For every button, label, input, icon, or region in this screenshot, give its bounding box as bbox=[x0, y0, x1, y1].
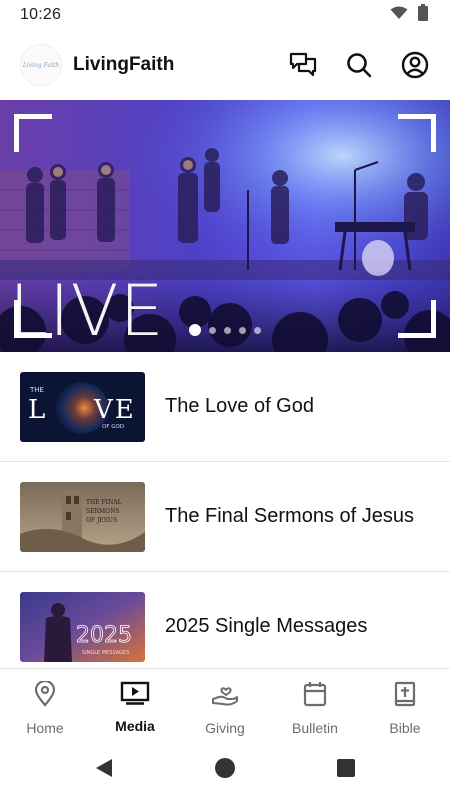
svg-text:SERMONS: SERMONS bbox=[86, 508, 119, 515]
nav-item-home[interactable]: Home bbox=[0, 669, 90, 740]
love-of-god-artwork: THE L VE OF GOD bbox=[20, 371, 145, 442]
hero-carousel[interactable]: LIVE bbox=[0, 100, 450, 352]
app-actions bbox=[288, 50, 430, 80]
series-thumbnail: THE L VE OF GOD bbox=[20, 371, 145, 442]
battery-icon bbox=[418, 4, 428, 26]
media-list-item[interactable]: THE L VE OF GOD The Love of God bbox=[0, 352, 450, 462]
nav-item-bulletin[interactable]: Bulletin bbox=[270, 669, 360, 740]
media-title: The Final Sermons of Jesus bbox=[165, 505, 414, 527]
location-pin-icon bbox=[34, 679, 56, 712]
church-logo[interactable]: Living Faith bbox=[20, 44, 62, 86]
media-list: THE L VE OF GOD The Love of God THE FINA… bbox=[0, 352, 450, 682]
search-icon[interactable] bbox=[344, 50, 374, 80]
carousel-dot[interactable] bbox=[254, 326, 261, 334]
single-messages-artwork: 2025 SINGLE MESSAGES bbox=[20, 591, 145, 662]
media-title: 2025 Single Messages bbox=[165, 615, 368, 637]
account-icon[interactable] bbox=[400, 50, 430, 80]
carousel-dot[interactable] bbox=[209, 326, 216, 334]
status-time: 10:26 bbox=[20, 6, 62, 23]
carousel-indicator bbox=[0, 324, 450, 336]
series-thumbnail: 2025 SINGLE MESSAGES bbox=[20, 591, 145, 662]
svg-text:2025: 2025 bbox=[76, 623, 132, 648]
giving-hand-icon bbox=[211, 681, 239, 712]
back-icon[interactable] bbox=[94, 757, 114, 784]
video-icon bbox=[120, 681, 150, 710]
svg-text:OF JESUS: OF JESUS bbox=[86, 517, 117, 524]
app-bar: Living Faith LivingFaith bbox=[0, 30, 450, 100]
svg-text:THE: THE bbox=[29, 386, 44, 394]
svg-text:OF GOD: OF GOD bbox=[102, 424, 124, 430]
home-icon[interactable] bbox=[214, 757, 236, 784]
system-nav-bar bbox=[0, 740, 450, 800]
calendar-icon bbox=[303, 681, 327, 712]
svg-text:SINGLE MESSAGES: SINGLE MESSAGES bbox=[82, 650, 129, 656]
recents-icon[interactable] bbox=[336, 758, 356, 783]
bottom-nav: Home Media Giving Bulletin Bible bbox=[0, 668, 450, 740]
frame-corner-top-right bbox=[398, 114, 436, 152]
nav-item-media[interactable]: Media bbox=[90, 669, 180, 740]
svg-text:THE FINAL: THE FINAL bbox=[86, 499, 122, 506]
carousel-dot[interactable] bbox=[189, 324, 201, 336]
svg-text:VE: VE bbox=[93, 395, 136, 425]
final-sermons-artwork: THE FINAL SERMONS OF JESUS bbox=[20, 481, 145, 552]
nav-item-giving[interactable]: Giving bbox=[180, 669, 270, 740]
logo-text: Living Faith bbox=[22, 61, 60, 69]
app-title: LivingFaith bbox=[73, 54, 175, 75]
chat-icon[interactable] bbox=[288, 50, 318, 80]
status-icons bbox=[390, 4, 428, 26]
nav-label: Home bbox=[26, 720, 64, 736]
frame-corner-top-left bbox=[14, 114, 52, 152]
media-list-item[interactable]: THE FINAL SERMONS OF JESUS The Final Ser… bbox=[0, 462, 450, 572]
nav-label: Giving bbox=[205, 720, 245, 736]
nav-label: Bulletin bbox=[292, 720, 338, 736]
status-bar: 10:26 bbox=[0, 0, 450, 30]
carousel-dot[interactable] bbox=[224, 326, 231, 334]
series-thumbnail: THE FINAL SERMONS OF JESUS bbox=[20, 481, 145, 552]
media-title: The Love of God bbox=[165, 395, 314, 417]
nav-label: Bible bbox=[389, 720, 421, 736]
nav-label: Media bbox=[115, 718, 155, 734]
wifi-icon bbox=[390, 6, 408, 25]
carousel-dot[interactable] bbox=[239, 326, 246, 334]
nav-item-bible[interactable]: Bible bbox=[360, 669, 450, 740]
bible-icon bbox=[394, 681, 416, 712]
media-list-item[interactable]: 2025 SINGLE MESSAGES 2025 Single Message… bbox=[0, 572, 450, 682]
svg-text:L: L bbox=[28, 395, 47, 425]
